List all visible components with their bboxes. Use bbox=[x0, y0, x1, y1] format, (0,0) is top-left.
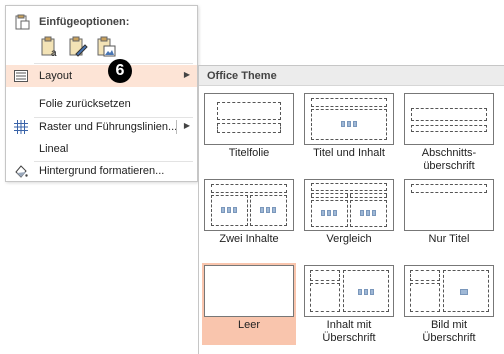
submenu-arrow-icon[interactable]: ▶ bbox=[184, 121, 190, 130]
layout-tile-section-header[interactable]: Abschnitts- überschrift bbox=[402, 91, 496, 173]
title-placeholder bbox=[410, 270, 440, 281]
layout-thumbnail bbox=[204, 179, 294, 231]
layout-tile-label: Inhalt mit Überschrift bbox=[322, 319, 376, 344]
title-placeholder bbox=[217, 102, 281, 120]
picture-placeholder bbox=[443, 270, 489, 312]
picture-icon bbox=[460, 287, 470, 297]
svg-text:a: a bbox=[51, 48, 57, 58]
layout-thumbnail bbox=[204, 265, 294, 317]
layout-thumbnail bbox=[404, 179, 494, 231]
title-placeholder bbox=[411, 184, 487, 193]
menu-item-grid-guides[interactable]: Raster und Führungslinien... ▶ bbox=[6, 116, 197, 138]
title-placeholder bbox=[311, 98, 387, 107]
menu-item-label: Lineal bbox=[39, 143, 69, 155]
content-icons bbox=[358, 287, 376, 297]
layout-thumbnail bbox=[304, 179, 394, 231]
menu-item-layout[interactable]: Layout ▶ bbox=[6, 65, 197, 87]
layout-tile-title-only[interactable]: Nur Titel bbox=[402, 177, 496, 259]
paste-options-header: Einfügeoptionen: bbox=[6, 6, 197, 34]
content-placeholder-right bbox=[350, 200, 387, 227]
layout-tile-comparison[interactable]: Vergleich bbox=[302, 177, 396, 259]
content-icons bbox=[260, 205, 278, 215]
paste-picture-icon[interactable] bbox=[95, 36, 117, 58]
menu-item-label: Raster und Führungslinien... bbox=[39, 121, 178, 133]
content-placeholder bbox=[311, 109, 387, 140]
title-placeholder bbox=[311, 183, 387, 191]
context-menu: Einfügeoptionen: a Layout ▶ Folie zurück… bbox=[5, 5, 198, 182]
paste-keep-text-icon[interactable]: a bbox=[39, 36, 61, 59]
title-placeholder bbox=[211, 184, 287, 193]
menu-item-ruler[interactable]: Lineal bbox=[6, 138, 197, 160]
heading-placeholder-right bbox=[350, 193, 387, 198]
layout-tile-label: Nur Titel bbox=[428, 233, 470, 245]
content-icons bbox=[360, 208, 378, 218]
layout-tile-label: Titelfolie bbox=[228, 147, 270, 159]
content-placeholder-left bbox=[211, 195, 248, 226]
layout-tile-title-slide[interactable]: Titelfolie bbox=[202, 91, 296, 173]
content-placeholder-right bbox=[250, 195, 287, 226]
layout-tile-label: Bild mit Überschrift bbox=[422, 319, 476, 344]
paste-options-label: Einfügeoptionen: bbox=[39, 16, 130, 28]
layout-thumbnail bbox=[204, 93, 294, 145]
title-placeholder bbox=[310, 270, 340, 281]
layout-thumbnail bbox=[304, 93, 394, 145]
content-icons bbox=[341, 119, 359, 129]
layout-thumbnail bbox=[404, 93, 494, 145]
menu-item-label: Layout bbox=[39, 70, 73, 82]
layout-tile-content-caption[interactable]: Inhalt mit Überschrift bbox=[302, 263, 396, 345]
text-placeholder bbox=[411, 125, 487, 132]
content-icons bbox=[221, 205, 239, 215]
format-background-icon bbox=[14, 164, 28, 178]
clipboard-icon bbox=[14, 14, 30, 33]
step-number-badge: 6 bbox=[108, 59, 132, 83]
content-icons bbox=[321, 208, 339, 218]
layout-thumbnail bbox=[304, 265, 394, 317]
title-placeholder bbox=[411, 108, 487, 121]
heading-placeholder-left bbox=[311, 193, 348, 198]
grid-icon bbox=[14, 120, 28, 134]
gallery-title: Office Theme bbox=[199, 66, 504, 86]
layout-gallery: Office Theme Titelfolie Titel und Inhalt… bbox=[198, 65, 504, 354]
layout-thumbnail bbox=[404, 265, 494, 317]
layout-tile-label: Zwei Inhalte bbox=[219, 233, 279, 245]
submenu-arrow-icon: ▶ bbox=[183, 70, 190, 79]
layout-tile-label: Leer bbox=[237, 319, 261, 331]
layout-tile-picture-caption[interactable]: Bild mit Überschrift bbox=[402, 263, 496, 345]
layout-tile-two-content[interactable]: Zwei Inhalte bbox=[202, 177, 296, 259]
layout-tile-label: Vergleich bbox=[326, 233, 372, 245]
menu-item-reset-slide[interactable]: Folie zurücksetzen bbox=[6, 93, 197, 115]
menu-item-format-background[interactable]: Hintergrund formatieren... bbox=[6, 160, 197, 182]
menu-item-label: Hintergrund formatieren... bbox=[39, 165, 165, 177]
content-placeholder-left bbox=[311, 200, 348, 227]
text-placeholder bbox=[310, 283, 340, 312]
paste-keep-formatting-icon[interactable] bbox=[67, 36, 89, 58]
layout-tile-label: Abschnitts- überschrift bbox=[421, 147, 477, 172]
layout-tile-label: Titel und Inhalt bbox=[313, 147, 385, 159]
subtitle-placeholder bbox=[217, 123, 281, 133]
split-divider bbox=[176, 120, 177, 134]
text-placeholder bbox=[410, 283, 440, 312]
layout-icon bbox=[14, 69, 28, 83]
content-placeholder bbox=[343, 270, 389, 312]
layout-tile-blank[interactable]: Leer bbox=[202, 263, 296, 345]
menu-item-label: Folie zurücksetzen bbox=[39, 98, 131, 110]
layout-tile-title-content[interactable]: Titel und Inhalt bbox=[302, 91, 396, 173]
